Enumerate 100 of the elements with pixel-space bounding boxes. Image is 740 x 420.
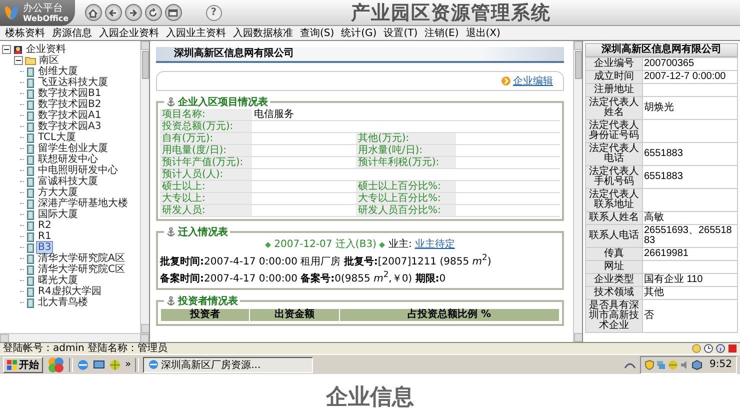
- field-label: 技术领域: [586, 286, 642, 300]
- tree-item[interactable]: 创维大厦: [37, 66, 79, 77]
- collapse-icon[interactable]: [2, 45, 11, 54]
- menu-item[interactable]: 入园业主资料: [166, 26, 226, 40]
- field-label: 预计人员(人):: [160, 168, 252, 180]
- tree-item[interactable]: 深港产学研基地大楼: [37, 198, 129, 209]
- collapse-icon[interactable]: [14, 56, 23, 65]
- tree-item[interactable]: 留学生创业大厦: [37, 143, 109, 154]
- menu-item[interactable]: 查询(S): [300, 26, 334, 40]
- field-value: 高敏: [642, 212, 738, 224]
- diamond-icon: [265, 242, 272, 248]
- tree-item[interactable]: 数字技术园B1: [37, 88, 102, 99]
- home-button[interactable]: [84, 4, 102, 21]
- field-label: 网址: [586, 260, 642, 274]
- tree-item[interactable]: B3: [37, 242, 52, 253]
- building-icon: [26, 78, 35, 88]
- tree-item[interactable]: R2: [37, 220, 52, 231]
- tree-item[interactable]: 联想研发中心: [37, 154, 99, 165]
- field-label: 注册地址: [586, 84, 642, 96]
- field-label: 用水量(吨/日):: [356, 144, 456, 156]
- building-icon: [26, 286, 35, 296]
- owner-link[interactable]: 业主待定: [414, 239, 455, 251]
- company-title: 深圳高新区信息网有限公司: [156, 47, 564, 63]
- right-arrow-icon: [127, 6, 140, 18]
- field-label: 自有(万元):: [160, 132, 252, 144]
- tree-item[interactable]: R1: [37, 231, 52, 242]
- field-label: 投资总额(万元):: [160, 120, 252, 132]
- tree-item[interactable]: 方大大厦: [37, 187, 79, 198]
- forward-button[interactable]: [124, 4, 142, 21]
- field-label: 企业类型: [586, 274, 642, 286]
- section-title: 投资者情况表: [178, 294, 238, 308]
- tree-item[interactable]: 数字技术园A3: [37, 121, 102, 132]
- building-icon: [26, 66, 35, 76]
- menu-item[interactable]: 楼栋资料: [5, 26, 45, 40]
- field-label: 成立时间: [586, 70, 642, 84]
- field-value: 6551883: [642, 166, 738, 188]
- field-label: 预计年产值(万元):: [160, 156, 252, 168]
- field-label: 联系人电话: [586, 224, 642, 248]
- tree-item[interactable]: 曙光大厦: [37, 275, 79, 286]
- back-button[interactable]: [104, 4, 122, 21]
- column-header: 占投资总额比例 %: [339, 308, 560, 322]
- section-title: 企业入区项目情况表: [178, 96, 268, 108]
- user-icon: [13, 44, 23, 54]
- arrow-circle-icon: [501, 76, 511, 86]
- tree-item[interactable]: 国际大厦: [37, 209, 79, 220]
- shield-icon: [644, 360, 654, 370]
- building-icon: [26, 198, 35, 208]
- info-icon: [716, 344, 725, 353]
- tree-item[interactable]: 数字技术园A1: [37, 110, 102, 121]
- field-value: 胡焕光: [642, 96, 738, 120]
- building-icon: [26, 176, 35, 186]
- computers-icon: [656, 360, 666, 370]
- help-button[interactable]: ?: [206, 4, 222, 20]
- event-text: 2007-12-07 迁入(B3): [274, 239, 376, 251]
- tree-item[interactable]: 清华大学研究院A区: [37, 253, 126, 264]
- field-value: 26551693、26551883: [642, 224, 738, 248]
- diamond-icon: [379, 242, 386, 248]
- tree-item[interactable]: 数字技术园B2: [37, 99, 102, 110]
- tree-item[interactable]: R4虚拟大学园: [37, 286, 102, 297]
- refresh-button[interactable]: [144, 4, 162, 21]
- vertical-scrollbar[interactable]: [140, 41, 149, 333]
- more-button[interactable]: »: [125, 359, 132, 370]
- menu-item[interactable]: 退出(X): [466, 26, 500, 40]
- window-icon: [167, 6, 180, 18]
- building-icon: [26, 220, 35, 230]
- task-button[interactable]: 深圳高新区厂房资源...: [143, 356, 314, 372]
- building-icon: [26, 100, 35, 110]
- menu-item[interactable]: 入园企业资料: [99, 26, 159, 40]
- tree-item[interactable]: 中电照明研发中心: [37, 165, 119, 176]
- edit-link[interactable]: 企业编辑: [513, 74, 553, 88]
- tree-item[interactable]: 企业资料: [25, 44, 67, 55]
- start-button[interactable]: 开始: [3, 356, 43, 372]
- menu-item[interactable]: 入园数据核准: [233, 26, 293, 40]
- field-label: 硕士以上:: [160, 180, 252, 192]
- desktop-icon[interactable]: [93, 358, 105, 370]
- tree-item[interactable]: 南区: [38, 55, 60, 66]
- window-button[interactable]: [164, 4, 182, 21]
- app-title: 产业园区资源管理系统: [350, 0, 552, 26]
- tree-item[interactable]: 清华大学研究院C区: [37, 264, 126, 275]
- field-label: 硕士以上百分比%:: [356, 180, 456, 192]
- menu-item[interactable]: 房源信息: [52, 26, 92, 40]
- menu-item[interactable]: 设置(T): [384, 26, 418, 40]
- field-label: 企业编号: [586, 58, 642, 70]
- menu-item[interactable]: 统计(G): [341, 26, 377, 40]
- building-icon: [26, 122, 35, 132]
- field-label: 用电量(度/日):: [160, 144, 252, 156]
- refresh-icon: [147, 6, 160, 18]
- vertical-scrollbar[interactable]: [573, 41, 582, 342]
- field-value: 国有企业 110: [642, 274, 738, 286]
- colored-circles-icon: [47, 356, 65, 374]
- field-label: 预计年利税(万元):: [356, 156, 456, 168]
- tree-item[interactable]: 飞亚达科技大厦: [37, 77, 109, 88]
- record-text: 备案时间:2007-4-17 0:00:00 备案号:0(9855 m$^{2}$,￥0) 期限:0: [160, 268, 447, 286]
- field-label: 大专以上百分比%:: [356, 192, 456, 204]
- tree-item[interactable]: TCL大厦: [37, 132, 78, 143]
- horizontal-scrollbar[interactable]: [0, 333, 149, 342]
- tree-item[interactable]: 富诚科技大厦: [37, 176, 99, 187]
- tree-item[interactable]: 北大青鸟楼: [37, 297, 89, 308]
- menu-item[interactable]: 注销(E): [424, 26, 459, 40]
- building-icon: [26, 298, 35, 308]
